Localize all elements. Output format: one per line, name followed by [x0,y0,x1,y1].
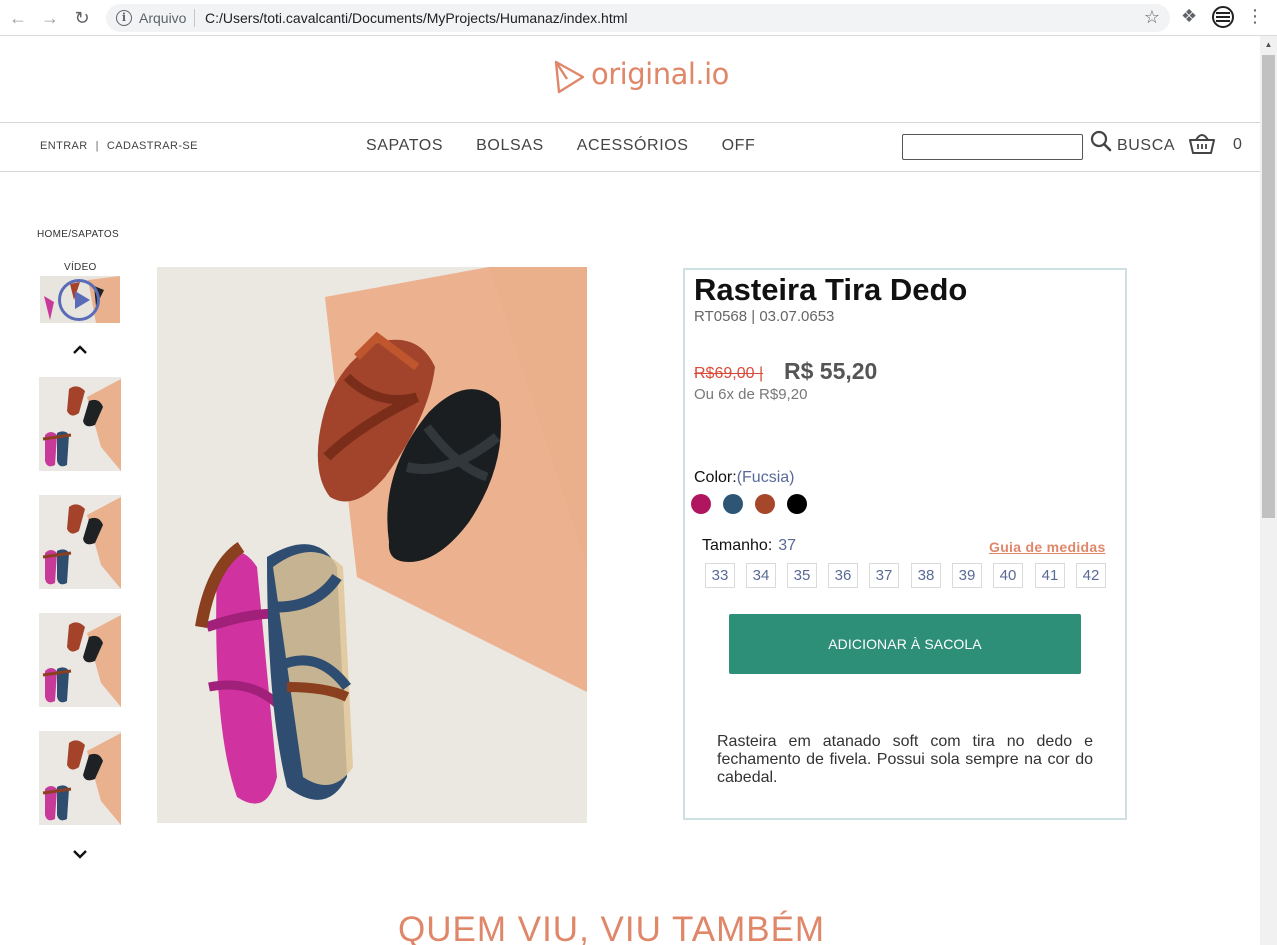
color-label: Color:(Fucsia) [694,469,794,487]
product-thumbnail[interactable] [39,613,121,707]
size-label-text: Tamanho: [702,537,773,554]
account-separator: | [95,140,99,152]
play-icon[interactable] [58,279,100,321]
page-scrollbar[interactable]: ▲ [1260,36,1277,945]
account-links: ENTRAR | CADASTRAR-SE [40,140,198,152]
old-price: R$69,00 | [694,365,764,382]
search-button[interactable]: BUSCA [1117,137,1175,155]
logo-mark-icon [554,60,585,94]
selected-color: (Fucsia) [736,469,795,486]
menu-item-off[interactable]: OFF [722,137,756,154]
add-to-bag-button[interactable]: ADICIONAR À SACOLA [729,614,1081,674]
size-option[interactable]: 36 [828,563,858,588]
search-input[interactable] [902,134,1083,160]
product-title: Rasteira Tira Dedo [694,272,968,307]
size-guide-link[interactable]: Guia de medidas [989,539,1106,555]
size-option[interactable]: 42 [1076,563,1106,588]
product-info-card: Rasteira Tira Dedo RT0568 | 03.07.0653 R… [683,268,1127,820]
breadcrumb[interactable]: HOME/SAPATOS [37,229,119,240]
back-arrow-icon[interactable]: ← [6,6,30,30]
profile-avatar-icon[interactable] [1212,6,1234,28]
product-thumbnail[interactable] [39,731,121,825]
logo-text: original.io [591,57,729,91]
extensions-puzzle-icon[interactable]: ❖ [1181,6,1197,27]
browser-menu-icon[interactable]: ⋮ [1246,6,1264,27]
thumbnail-image [39,377,121,471]
product-main-image[interactable] [157,267,587,823]
register-link[interactable]: CADASTRAR-SE [107,140,198,152]
color-swatch-fucsia[interactable] [691,494,711,514]
search-icon[interactable] [1090,130,1112,152]
size-option[interactable]: 40 [993,563,1023,588]
forward-arrow-icon[interactable]: → [38,6,62,30]
product-reference: RT0568 | 03.07.0653 [694,308,835,325]
current-price: R$ 55,20 [784,358,878,384]
thumbnail-scroll-down-chevron-icon[interactable] [70,846,90,862]
size-option[interactable]: 34 [746,563,776,588]
size-option[interactable]: 39 [952,563,982,588]
color-swatch-brown[interactable] [755,494,775,514]
cart-count[interactable]: 0 [1233,136,1242,154]
scroll-up-arrow-icon[interactable]: ▲ [1260,36,1277,53]
color-swatch-blue[interactable] [723,494,743,514]
info-icon[interactable]: i [116,10,132,26]
installments-text: Ou 6x de R$9,20 [694,386,808,403]
size-option[interactable]: 35 [787,563,817,588]
shopping-basket-icon[interactable] [1188,130,1216,156]
thumbnail-image [39,613,121,707]
video-label: VÍDEO [64,262,97,273]
color-label-text: Color: [694,469,737,486]
selected-size: 37 [778,537,797,554]
size-option[interactable]: 37 [869,563,899,588]
size-option[interactable]: 41 [1035,563,1065,588]
product-thumbnail[interactable] [39,495,121,589]
menu-item-acessorios[interactable]: ACESSÓRIOS [577,137,689,154]
scrollbar-thumb[interactable] [1262,55,1275,518]
color-swatch-black[interactable] [787,494,807,514]
product-photo [157,267,587,823]
address-bar-url[interactable]: C:/Users/toti.cavalcanti/Documents/MyPro… [205,10,627,26]
reload-icon[interactable]: ↻ [70,6,94,30]
menu-item-sapatos[interactable]: SAPATOS [366,137,443,154]
thumbnail-image [39,495,121,589]
thumbnail-scroll-up-chevron-icon[interactable] [70,342,90,358]
browser-toolbar: ← → ↻ i Arquivo C:/Users/toti.cavalcanti… [0,0,1277,36]
login-link[interactable]: ENTRAR [40,140,88,152]
bookmark-star-icon[interactable]: ☆ [1144,7,1160,28]
address-bar-divider [194,9,195,27]
thumbnail-image [39,731,121,825]
address-bar[interactable]: i Arquivo C:/Users/toti.cavalcanti/Docum… [106,4,1170,32]
size-option[interactable]: 38 [911,563,941,588]
address-bar-label: Arquivo [139,10,187,26]
main-menu: SAPATOS BOLSAS ACESSÓRIOS OFF [366,137,788,155]
menu-item-bolsas[interactable]: BOLSAS [476,137,544,154]
video-thumbnail[interactable] [40,276,120,323]
size-option[interactable]: 33 [705,563,735,588]
size-label: Tamanho: 37 [702,537,796,555]
product-description: Rasteira em atanado soft com tira no ded… [717,733,1093,786]
related-products-title: QUEM VIU, VIU TAMBÉM [398,910,826,945]
product-thumbnail[interactable] [39,377,121,471]
site-navigation: ENTRAR | CADASTRAR-SE SAPATOS BOLSAS ACESSÓR… [0,122,1260,172]
